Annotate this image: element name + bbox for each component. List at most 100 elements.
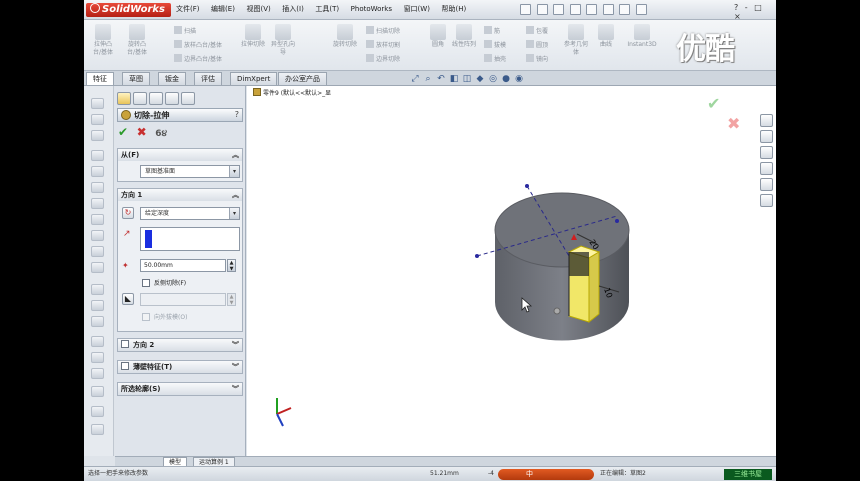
tool-16-icon[interactable] (91, 352, 104, 363)
file-explorer-icon[interactable] (760, 146, 773, 159)
menu-file[interactable]: 文件(F) (176, 5, 200, 13)
select-icon[interactable] (602, 4, 614, 15)
hole-wizard-button[interactable]: 异型孔向导 (270, 24, 296, 57)
draft-angle-spinner[interactable]: ▲ ▼ (227, 293, 236, 306)
feature-manager-tab-icon[interactable] (117, 92, 131, 105)
zoom-area-icon[interactable]: ⌕ (423, 74, 433, 84)
shell-button[interactable]: 抽壳 (484, 54, 506, 63)
draft-toggle-icon[interactable]: ◣ (122, 293, 134, 305)
scene-icon[interactable]: ◉ (514, 74, 524, 84)
extrude-cut-button[interactable]: 拉伸切除 (240, 24, 266, 49)
tool-18-icon[interactable] (91, 386, 104, 397)
loft-button[interactable]: 放样凸台/基体 (174, 40, 222, 49)
menu-photoworks[interactable]: PhotoWorks (351, 5, 392, 13)
appearance-icon[interactable]: ● (501, 74, 511, 84)
tool-10-icon[interactable] (91, 246, 104, 257)
thin-feature-group[interactable]: 薄壁特征(T) ︾ (117, 360, 243, 374)
maximize-button[interactable]: □ (754, 3, 762, 12)
depth-input[interactable]: 50.00mm (140, 259, 226, 272)
rebuild-icon[interactable] (619, 4, 631, 15)
tab-features[interactable]: 特征 (86, 72, 114, 85)
instant3d-button[interactable]: Instant3D (624, 24, 660, 49)
menu-insert[interactable]: 插入(I) (282, 5, 304, 13)
solidworks-resources-icon[interactable] (760, 114, 773, 127)
curves-button[interactable]: 曲线 (596, 24, 616, 49)
tool-3-icon[interactable] (91, 130, 104, 141)
rib-button[interactable]: 筋 (484, 26, 500, 35)
design-library-icon[interactable] (760, 130, 773, 143)
lofted-cut-button[interactable]: 放样切割 (366, 40, 400, 49)
view-palette-icon[interactable] (760, 162, 773, 175)
thin-feature-checkbox[interactable] (121, 362, 129, 370)
axis-endpoint[interactable] (615, 219, 619, 223)
display-manager-tab-icon[interactable] (181, 92, 195, 105)
mirror-button[interactable]: 镜向 (526, 54, 548, 63)
draft-button[interactable]: 拔模 (484, 40, 506, 49)
dome-button[interactable]: 圆顶 (526, 40, 548, 49)
depth-spinner[interactable]: ▲ ▼ (227, 259, 236, 272)
wrap-button[interactable]: 包覆 (526, 26, 548, 35)
sweep-button[interactable]: 扫描 (174, 26, 196, 35)
tool-17-icon[interactable] (91, 368, 104, 379)
tool-5-icon[interactable] (91, 166, 104, 177)
zoom-to-fit-icon[interactable]: ⤢ (410, 74, 420, 84)
tool-9-icon[interactable] (91, 230, 104, 241)
section-view-icon[interactable]: ◧ (449, 74, 459, 84)
tab-sheet-metal[interactable]: 钣金 (158, 72, 186, 85)
direction2-checkbox[interactable] (121, 340, 129, 348)
cancel-button[interactable]: ✖ (137, 125, 147, 139)
minimize-button[interactable]: - (745, 3, 748, 12)
flip-side-checkbox[interactable] (142, 279, 150, 287)
thin-feature-header[interactable]: 薄壁特征(T) ︾ (118, 361, 242, 373)
options-icon[interactable] (635, 4, 647, 15)
tool-4-icon[interactable] (91, 150, 104, 161)
hide-show-icon[interactable]: ◎ (488, 74, 498, 84)
swept-cut-button[interactable]: 扫描切除 (366, 26, 400, 35)
axis-endpoint[interactable] (525, 184, 529, 188)
cylinder-model[interactable]: 20 10 (247, 86, 776, 456)
appearances-icon[interactable] (760, 178, 773, 191)
ime-toolbar[interactable]: 中 (498, 469, 594, 480)
from-group-header[interactable]: 从(F) ︽ (118, 149, 242, 161)
tool-12-icon[interactable] (91, 284, 104, 295)
tool-15-icon[interactable] (91, 336, 104, 347)
previous-view-icon[interactable]: ↶ (436, 74, 446, 84)
end-condition-dropdown[interactable]: 给定深度 ▾ (140, 207, 240, 220)
property-manager-tab-icon[interactable] (133, 92, 147, 105)
print-icon[interactable] (569, 4, 581, 15)
draft-angle-input[interactable] (140, 293, 226, 306)
help-icon[interactable]: ? (235, 110, 239, 119)
menu-view[interactable]: 视图(V) (246, 5, 270, 13)
boundary-cut-button[interactable]: 边界切除 (366, 54, 400, 63)
tool-1-icon[interactable] (91, 98, 104, 109)
save-icon[interactable] (553, 4, 565, 15)
fillet-button[interactable]: 圆角 (426, 24, 450, 49)
undo-icon[interactable] (586, 4, 598, 15)
detailed-preview-icon[interactable]: 6૪ (155, 129, 167, 139)
revolve-cut-button[interactable]: 旋转切除 (332, 24, 358, 49)
tab-dimxpert[interactable]: DimXpert (230, 72, 278, 85)
tool-19-icon[interactable] (91, 406, 104, 417)
direction2-group[interactable]: 方向 2 ︾ (117, 338, 243, 352)
extrude-boss-button[interactable]: 拉伸凸台/基体 (90, 24, 116, 57)
tool-20-icon[interactable] (91, 424, 104, 435)
from-dropdown[interactable]: 草图基准面 ▾ (140, 165, 240, 178)
configuration-manager-tab-icon[interactable] (149, 92, 163, 105)
draft-outward-checkbox[interactable] (142, 313, 150, 321)
tool-13-icon[interactable] (91, 300, 104, 311)
linear-pattern-button[interactable]: 线性阵列 (452, 24, 476, 49)
new-icon[interactable] (520, 4, 531, 15)
tool-7-icon[interactable] (91, 198, 104, 209)
tab-office-products[interactable]: 办公室产品 (278, 72, 327, 85)
reference-geometry-button[interactable]: 参考几何体 (562, 24, 590, 57)
axis-endpoint[interactable] (475, 254, 479, 258)
tool-14-icon[interactable] (91, 316, 104, 327)
menu-help[interactable]: 帮助(H) (442, 5, 467, 13)
tool-11-icon[interactable] (91, 262, 104, 273)
dimxpert-manager-tab-icon[interactable] (165, 92, 179, 105)
direction-vector-selection-box[interactable] (140, 227, 240, 251)
menu-tools[interactable]: 工具(T) (315, 5, 339, 13)
menu-edit[interactable]: 编辑(E) (211, 5, 235, 13)
boundary-boss-button[interactable]: 边界凸台/基体 (174, 54, 222, 63)
open-icon[interactable] (536, 4, 548, 15)
